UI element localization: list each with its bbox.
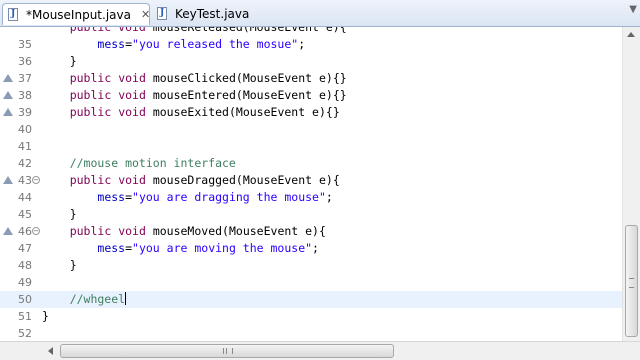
- tab-mouseinput[interactable]: J *MouseInput.java ✕: [2, 3, 150, 25]
- line-number: 42: [18, 157, 32, 170]
- code-text: }: [42, 54, 77, 68]
- line-number: 49: [18, 276, 32, 289]
- scroll-left-arrow-icon[interactable]: [48, 347, 53, 355]
- code-line[interactable]: 41: [0, 138, 622, 155]
- line-number: 50: [18, 293, 32, 306]
- code-line[interactable]: 38 public void mouseEntered(MouseEvent e…: [0, 87, 622, 104]
- scroll-up-arrow-icon[interactable]: [627, 32, 635, 37]
- line-number: 37: [18, 72, 32, 85]
- code-text: mess="you are dragging the mouse";: [97, 190, 333, 204]
- code-text: public void mouseMoved(MouseEvent e){: [69, 224, 326, 238]
- code-line-partial: public void mouseReleased(MouseEvent e){: [42, 27, 347, 34]
- horizontal-scroll-thumb[interactable]: [60, 344, 394, 358]
- line-number: 40: [18, 123, 32, 136]
- fold-toggle-icon[interactable]: −: [32, 227, 40, 235]
- code-line[interactable]: 48 }: [0, 257, 622, 274]
- view-menu-icon[interactable]: ▼: [626, 0, 640, 26]
- code-line[interactable]: 47 mess="you are moving the mouse";: [0, 240, 622, 257]
- editor-tab-bar: J *MouseInput.java ✕ J KeyTest.java ▼: [0, 0, 640, 27]
- code-line[interactable]: 51}: [0, 308, 622, 325]
- code-text: //whgeel: [42, 292, 127, 306]
- code-editor[interactable]: public void mouseReleased(MouseEvent e){…: [0, 27, 622, 341]
- text-caret: [125, 292, 127, 305]
- code-line[interactable]: 35 mess="you released the mosue";: [0, 36, 622, 53]
- code-line[interactable]: 43− public void mouseDragged(MouseEvent …: [0, 172, 622, 189]
- vertical-scroll-thumb[interactable]: [625, 225, 638, 337]
- code-text: }: [42, 309, 49, 323]
- code-line[interactable]: 37 public void mouseClicked(MouseEvent e…: [0, 70, 622, 87]
- vertical-scrollbar[interactable]: [622, 27, 640, 341]
- line-number: 52: [18, 327, 32, 340]
- code-text: public void mouseEntered(MouseEvent e){}: [69, 88, 347, 102]
- code-line[interactable]: 50 //whgeel: [0, 291, 622, 308]
- line-number: 48: [18, 259, 32, 272]
- line-number: 39: [18, 106, 32, 119]
- fold-toggle-icon[interactable]: −: [32, 176, 40, 184]
- line-number: 47: [18, 242, 32, 255]
- code-line[interactable]: 42 //mouse motion interface: [0, 155, 622, 172]
- code-line[interactable]: 39 public void mouseExited(MouseEvent e)…: [0, 104, 622, 121]
- tab-label: KeyTest.java: [175, 7, 250, 21]
- code-text: //mouse motion interface: [42, 156, 236, 170]
- code-text: }: [42, 258, 77, 272]
- close-tab-icon[interactable]: ✕: [141, 8, 150, 21]
- code-text: public void mouseDragged(MouseEvent e){: [69, 173, 340, 187]
- code-line[interactable]: 45 }: [0, 206, 622, 223]
- tab-label: *MouseInput.java: [26, 7, 131, 22]
- code-text: mess="you are moving the mouse";: [97, 241, 319, 255]
- code-text: public void mouseClicked(MouseEvent e){}: [69, 71, 347, 85]
- code-line[interactable]: 36 }: [0, 53, 622, 70]
- line-number: 41: [18, 140, 32, 153]
- line-number: 45: [18, 208, 32, 221]
- code-line[interactable]: 49: [0, 274, 622, 291]
- line-number: 46: [18, 225, 32, 238]
- code-line[interactable]: 44 mess="you are dragging the mouse";: [0, 189, 622, 206]
- java-file-icon: J: [156, 7, 170, 21]
- line-number: 35: [18, 38, 32, 51]
- line-number: 51: [18, 310, 32, 323]
- horizontal-scrollbar[interactable]: [0, 341, 640, 360]
- line-number: 44: [18, 191, 32, 204]
- tab-keytest[interactable]: J KeyTest.java: [152, 3, 272, 25]
- code-line[interactable]: 52: [0, 325, 622, 341]
- line-number: 43: [18, 174, 32, 187]
- code-text: }: [42, 207, 77, 221]
- code-line[interactable]: 40: [0, 121, 622, 138]
- line-number: 38: [18, 89, 32, 102]
- code-line[interactable]: 46− public void mouseMoved(MouseEvent e)…: [0, 223, 622, 240]
- line-number: 36: [18, 55, 32, 68]
- code-text: mess="you released the mosue";: [97, 37, 306, 51]
- code-text: public void mouseExited(MouseEvent e){}: [69, 105, 340, 119]
- java-file-icon: J: [7, 7, 21, 22]
